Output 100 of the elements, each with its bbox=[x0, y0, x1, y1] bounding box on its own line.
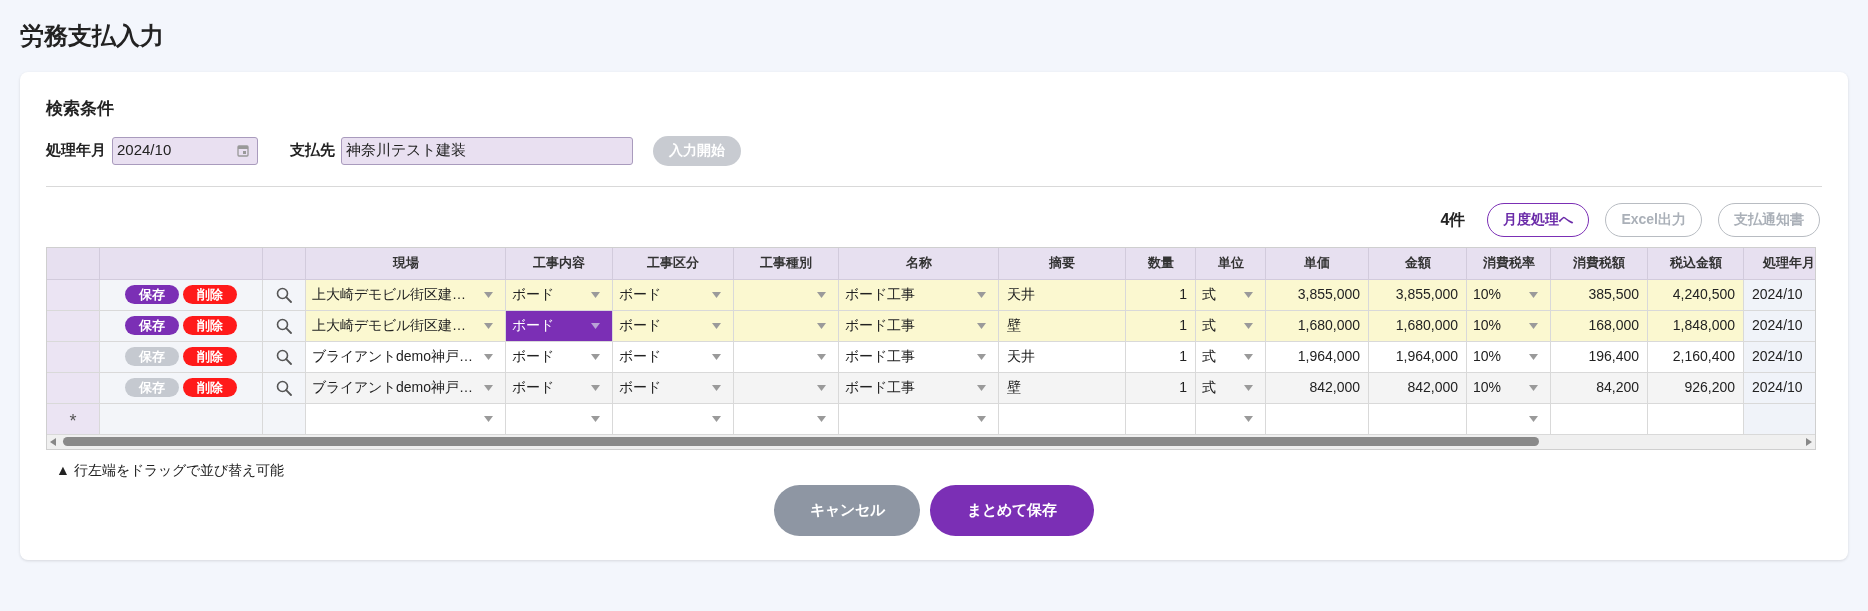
dropdown-cell[interactable]: ボード bbox=[613, 279, 734, 311]
dropdown-cell[interactable]: 式 bbox=[1196, 341, 1266, 373]
table-cell: 2024/10 bbox=[1744, 279, 1815, 311]
section-heading: 検索条件 bbox=[46, 98, 115, 120]
dropdown-cell[interactable]: ボード工事 bbox=[839, 341, 999, 373]
dropdown-cell[interactable]: ボード bbox=[506, 279, 613, 311]
caret-icon bbox=[817, 353, 826, 360]
column-header[interactable]: 現場 bbox=[306, 247, 506, 280]
dropdown-cell[interactable]: ボード bbox=[506, 341, 613, 373]
dropdown-cell[interactable] bbox=[506, 403, 613, 435]
dropdown-cell[interactable]: 式 bbox=[1196, 310, 1266, 342]
table-cell: 2024/10 bbox=[1744, 341, 1815, 373]
input-field[interactable]: 神奈川テスト建装 bbox=[341, 136, 633, 165]
column-header[interactable]: 工事種別 bbox=[734, 247, 839, 280]
table-cell: 168,000 bbox=[1551, 310, 1648, 342]
dropdown-cell[interactable]: 式 bbox=[1196, 279, 1266, 311]
column-header[interactable]: 工事区分 bbox=[613, 247, 734, 280]
header-cell bbox=[47, 247, 100, 280]
dropdown-cell[interactable] bbox=[613, 403, 734, 435]
save-button[interactable]: 保存 bbox=[125, 285, 179, 304]
dropdown-cell[interactable] bbox=[734, 341, 839, 373]
search-icon[interactable] bbox=[276, 286, 292, 303]
column-header[interactable]: 消費税率 bbox=[1467, 247, 1551, 280]
column-header[interactable]: 税込金額 bbox=[1648, 247, 1744, 280]
column-header[interactable]: 摘要 bbox=[999, 247, 1126, 280]
caret-icon bbox=[591, 322, 600, 329]
date-field[interactable]: 2024/10 bbox=[112, 136, 258, 165]
dropdown-cell[interactable]: ボード bbox=[613, 341, 734, 373]
search-icon[interactable] bbox=[276, 317, 292, 334]
caret-icon bbox=[817, 415, 826, 422]
caret-icon bbox=[484, 353, 493, 360]
header-cell bbox=[263, 247, 306, 280]
table-cell: 天井 bbox=[999, 341, 1126, 373]
dropdown-cell[interactable]: 10% bbox=[1467, 341, 1551, 373]
caret-icon bbox=[712, 322, 721, 329]
drag-handle[interactable] bbox=[47, 372, 100, 404]
dropdown-cell[interactable] bbox=[1196, 403, 1266, 435]
dropdown-cell[interactable] bbox=[306, 403, 506, 435]
dropdown-cell[interactable]: ボード工事 bbox=[839, 279, 999, 311]
column-header[interactable]: 名称 bbox=[839, 247, 999, 280]
drag-handle[interactable] bbox=[47, 341, 100, 373]
dropdown-cell[interactable] bbox=[734, 279, 839, 311]
delete-button[interactable]: 削除 bbox=[183, 285, 237, 304]
dropdown-cell[interactable]: ボード bbox=[613, 372, 734, 404]
table-cell: 1 bbox=[1126, 372, 1196, 404]
scroll-right-icon[interactable] bbox=[1805, 437, 1813, 446]
column-header[interactable]: 単価 bbox=[1266, 247, 1369, 280]
caret-icon bbox=[712, 291, 721, 298]
caret-icon bbox=[591, 415, 600, 422]
drag-handle[interactable] bbox=[47, 279, 100, 311]
column-header[interactable]: 工事内容 bbox=[506, 247, 613, 280]
dropdown-cell[interactable]: 上大崎デモビル街区建… bbox=[306, 279, 506, 311]
dropdown-cell[interactable]: ボード bbox=[506, 372, 613, 404]
table-cell: 84,200 bbox=[1551, 372, 1648, 404]
column-header[interactable]: 単位 bbox=[1196, 247, 1266, 280]
dropdown-cell[interactable]: ボード bbox=[506, 310, 613, 342]
field-label: 処理年月 bbox=[46, 140, 106, 161]
caret-icon bbox=[712, 384, 721, 391]
column-header[interactable]: 処理年月 bbox=[1744, 247, 1815, 280]
delete-button[interactable]: 削除 bbox=[183, 316, 237, 335]
caret-icon bbox=[1529, 291, 1538, 298]
dropdown-cell[interactable] bbox=[734, 372, 839, 404]
search-icon[interactable] bbox=[276, 379, 292, 396]
dropdown-cell[interactable]: ボード工事 bbox=[839, 310, 999, 342]
caret-icon bbox=[591, 384, 600, 391]
save-button[interactable]: 保存 bbox=[125, 316, 179, 335]
dropdown-cell[interactable] bbox=[734, 310, 839, 342]
table-cell: 2024/10 bbox=[1744, 310, 1815, 342]
page-title: 労務支払入力 bbox=[20, 21, 165, 51]
dropdown-cell[interactable]: ボード bbox=[613, 310, 734, 342]
caret-icon bbox=[817, 291, 826, 298]
toolbar-button[interactable]: 月度処理へ bbox=[1487, 202, 1590, 237]
delete-button[interactable]: 削除 bbox=[183, 378, 237, 397]
search-icon[interactable] bbox=[276, 348, 292, 365]
table-cell bbox=[1126, 403, 1196, 435]
dropdown-cell[interactable] bbox=[1467, 403, 1551, 435]
save-all-button[interactable]: まとめて保存 bbox=[930, 484, 1094, 536]
column-header[interactable]: 金額 bbox=[1369, 247, 1467, 280]
table-cell: 3,855,000 bbox=[1266, 279, 1369, 311]
delete-button[interactable]: 削除 bbox=[183, 347, 237, 366]
dropdown-cell[interactable] bbox=[734, 403, 839, 435]
table-cell: 1 bbox=[1126, 341, 1196, 373]
column-header[interactable]: 消費税額 bbox=[1551, 247, 1648, 280]
dropdown-cell[interactable]: 10% bbox=[1467, 372, 1551, 404]
caret-icon bbox=[591, 291, 600, 298]
table-cell: 壁 bbox=[999, 310, 1126, 342]
table-cell: 1,964,000 bbox=[1266, 341, 1369, 373]
caret-icon bbox=[1529, 415, 1538, 422]
dropdown-cell[interactable]: 10% bbox=[1467, 310, 1551, 342]
drag-handle[interactable] bbox=[47, 310, 100, 342]
dropdown-cell[interactable]: 10% bbox=[1467, 279, 1551, 311]
caret-icon bbox=[977, 291, 986, 298]
dropdown-cell[interactable]: ボード工事 bbox=[839, 372, 999, 404]
dropdown-cell[interactable] bbox=[839, 403, 999, 435]
dropdown-cell[interactable]: ブライアントdemo神戸… bbox=[306, 372, 506, 404]
dropdown-cell[interactable]: 式 bbox=[1196, 372, 1266, 404]
dropdown-cell[interactable]: ブライアントdemo神戸… bbox=[306, 341, 506, 373]
table-cell: 壁 bbox=[999, 372, 1126, 404]
column-header[interactable]: 数量 bbox=[1126, 247, 1196, 280]
scroll-left-icon[interactable] bbox=[49, 437, 57, 446]
